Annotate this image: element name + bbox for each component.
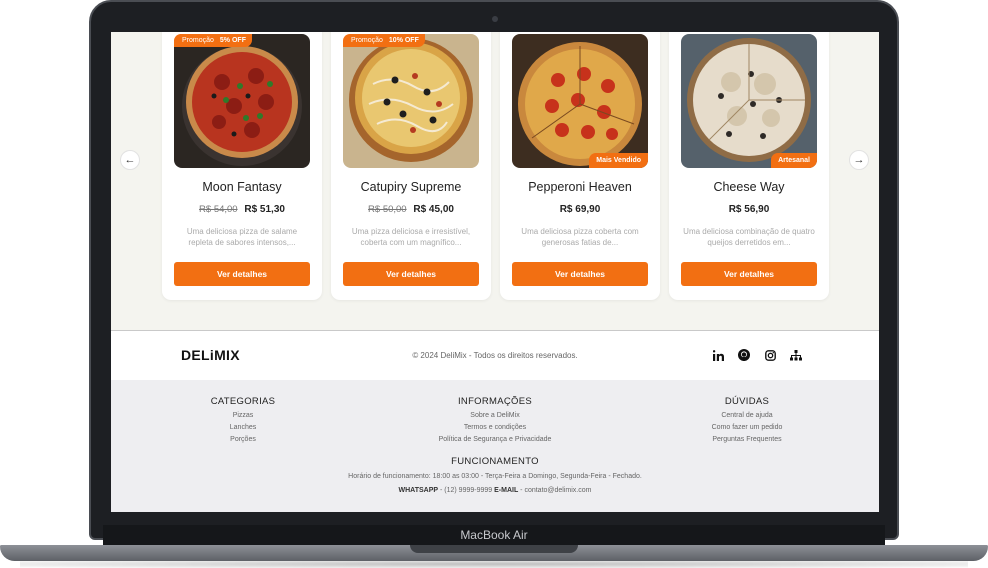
footer-bar: DELiMIX © 2024 DeliMix - Todos os direit… bbox=[111, 331, 879, 380]
promo-label: Promoção bbox=[182, 37, 214, 44]
product-image bbox=[343, 34, 479, 168]
whatsapp-label: WHATSAPP bbox=[398, 487, 439, 494]
email-address[interactable]: contato@delimix.com bbox=[524, 487, 591, 494]
footer-link[interactable]: Perguntas Frequentes bbox=[647, 434, 847, 446]
price-old: R$ 50,00 bbox=[368, 204, 407, 215]
product-carousel: ← → Promoção 5% OFF Moon Fantasy R$ 54,0… bbox=[111, 32, 879, 330]
details-button[interactable]: Ver detalhes bbox=[174, 262, 310, 286]
price-row: R$ 50,00 R$ 45,00 bbox=[331, 204, 491, 215]
footer-column-title: INFORMAÇÕES bbox=[457, 396, 533, 407]
footer-column-information: INFORMAÇÕES Sobre a DeliMix Termos e con… bbox=[395, 396, 595, 446]
promo-value: 10% OFF bbox=[388, 37, 419, 44]
promo-label: Promoção bbox=[351, 37, 383, 44]
product-name: Moon Fantasy bbox=[202, 180, 282, 194]
screen: ← → Promoção 5% OFF Moon Fantasy R$ 54,0… bbox=[111, 32, 879, 512]
chevron-right-icon: → bbox=[853, 154, 865, 166]
footer-link[interactable]: Porções bbox=[143, 434, 343, 446]
opening-hours-text: Horário de funcionamento: 18:00 as 03:00… bbox=[348, 473, 642, 480]
product-description: Uma deliciosa combinação de quatro queij… bbox=[683, 227, 815, 247]
promo-badge: Promoção 10% OFF bbox=[343, 34, 425, 47]
opening-hours-title: FUNCIONAMENTO bbox=[451, 456, 539, 467]
promo-value: 5% OFF bbox=[219, 37, 246, 44]
product-card[interactable]: Promoção 5% OFF Moon Fantasy R$ 54,00 R$ … bbox=[162, 32, 322, 300]
footer-link[interactable]: Central de ajuda bbox=[647, 410, 847, 422]
chevron-left-icon: ← bbox=[124, 154, 136, 166]
price-current: R$ 45,00 bbox=[413, 204, 454, 215]
footer-column-categories: CATEGORIAS Pizzas Lanches Porções bbox=[143, 396, 343, 446]
instagram-icon[interactable] bbox=[763, 348, 777, 362]
promo-badge: Promoção 5% OFF bbox=[174, 34, 252, 47]
footer-link[interactable]: Termos e condições bbox=[395, 422, 595, 434]
product-card[interactable]: Promoção 10% OFF Catupiry Supreme R$ 50,0… bbox=[331, 32, 491, 300]
footer-link[interactable]: Como fazer um pedido bbox=[647, 422, 847, 434]
footer-link[interactable]: Sobre a DeliMix bbox=[395, 410, 595, 422]
github-icon[interactable] bbox=[737, 348, 751, 362]
social-links bbox=[711, 348, 803, 362]
product-image bbox=[681, 34, 817, 168]
whatsapp-number[interactable]: (12) 9999-9999 bbox=[444, 487, 492, 494]
webcam bbox=[492, 16, 498, 22]
highlight-badge: Artesanal bbox=[771, 153, 817, 168]
linkedin-icon[interactable] bbox=[711, 348, 725, 362]
product-description: Uma deliciosa pizza coberta com generosa… bbox=[521, 227, 639, 247]
footer-column-title: CATEGORIAS bbox=[210, 396, 276, 407]
price-old: R$ 54,00 bbox=[199, 204, 238, 215]
details-button[interactable]: Ver detalhes bbox=[343, 262, 479, 286]
price-row: R$ 54,00 R$ 51,30 bbox=[162, 204, 322, 215]
price-row: R$ 69,90 bbox=[500, 204, 660, 215]
product-name: Cheese Way bbox=[713, 180, 785, 194]
price-current: R$ 51,30 bbox=[244, 204, 285, 215]
product-card[interactable]: Artesanal Cheese Way R$ 56,90 Uma delici… bbox=[669, 32, 829, 300]
laptop-shadow bbox=[20, 560, 968, 568]
product-description: Uma pizza deliciosa e irresistível, cobe… bbox=[351, 227, 471, 247]
price-current: R$ 69,90 bbox=[559, 204, 601, 215]
footer-links: CATEGORIAS Pizzas Lanches Porções INFORM… bbox=[111, 380, 879, 512]
laptop-base-notch bbox=[410, 545, 578, 553]
laptop-mockup: MacBook Air ← → Promoção 5% OFF Moon Fan… bbox=[0, 0, 988, 568]
highlight-badge: Mais Vendido bbox=[589, 153, 648, 168]
carousel-prev-button[interactable]: ← bbox=[120, 150, 140, 170]
product-name: Pepperoni Heaven bbox=[528, 180, 632, 194]
footer-link[interactable]: Política de Segurança e Privacidade bbox=[395, 434, 595, 446]
footer-link[interactable]: Lanches bbox=[143, 422, 343, 434]
product-card[interactable]: Mais Vendido Pepperoni Heaven R$ 69,90 U… bbox=[500, 32, 660, 300]
contact-info: WHATSAPP - (12) 9999-9999 E-MAIL - conta… bbox=[398, 487, 592, 494]
opening-hours: FUNCIONAMENTO Horário de funcionamento: … bbox=[111, 456, 879, 499]
price-current: R$ 56,90 bbox=[728, 204, 770, 215]
product-image bbox=[512, 34, 648, 168]
product-description: Uma deliciosa pizza de salame repleta de… bbox=[186, 227, 298, 247]
details-button[interactable]: Ver detalhes bbox=[512, 262, 648, 286]
laptop-model-label: MacBook Air bbox=[460, 528, 528, 542]
footer-column-help: DÚVIDAS Central de ajuda Como fazer um p… bbox=[647, 396, 847, 446]
product-image bbox=[174, 34, 310, 168]
details-button[interactable]: Ver detalhes bbox=[681, 262, 817, 286]
product-name: Catupiry Supreme bbox=[360, 180, 462, 194]
price-row: R$ 56,90 bbox=[669, 204, 829, 215]
carousel-next-button[interactable]: → bbox=[849, 150, 869, 170]
footer-column-title: DÚVIDAS bbox=[724, 396, 770, 407]
footer-link[interactable]: Pizzas bbox=[143, 410, 343, 422]
email-label: E-MAIL bbox=[494, 487, 519, 494]
sitemap-icon[interactable] bbox=[789, 348, 803, 362]
